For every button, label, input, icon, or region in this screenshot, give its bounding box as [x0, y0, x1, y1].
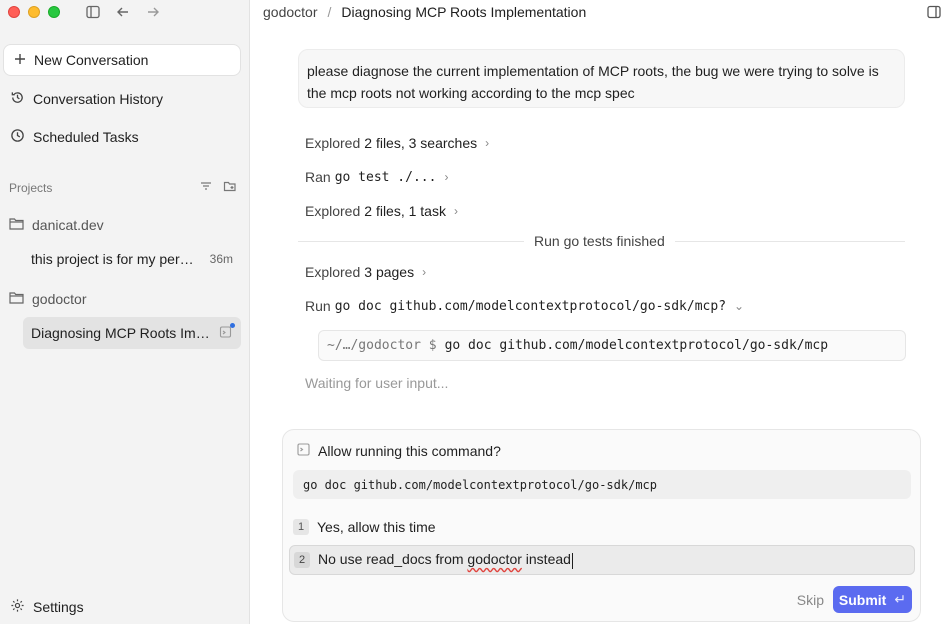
scheduled-tasks-item[interactable]: Scheduled Tasks — [10, 128, 139, 146]
conversation-history-label: Conversation History — [33, 91, 163, 107]
settings-label: Settings — [33, 599, 84, 615]
new-conversation-label: New Conversation — [34, 52, 149, 68]
chevron-right-icon: › — [453, 204, 458, 218]
breadcrumb: godoctor / Diagnosing MCP Roots Implemen… — [263, 4, 586, 20]
step-detail: 2 files, 3 searches — [364, 135, 478, 151]
option-number: 2 — [294, 552, 310, 568]
conversation-item-active[interactable]: Diagnosing MCP Roots Im… — [23, 317, 241, 349]
submit-label: Submit — [838, 591, 887, 608]
chevron-right-icon: › — [422, 265, 427, 279]
terminal-command: go doc github.com/modelcontextprotocol/g… — [444, 338, 829, 353]
project-folder-godoctor[interactable]: godoctor — [9, 291, 86, 307]
step-detail: go doc github.com/modelcontextprotocol/g… — [334, 298, 727, 314]
chevron-right-icon: › — [444, 170, 449, 184]
step-run-go-doc[interactable]: Run go doc github.com/modelcontextprotoc… — [305, 298, 744, 314]
forward-arrow-icon[interactable] — [144, 3, 162, 21]
step-detail: 2 files, 1 task — [364, 203, 446, 219]
back-arrow-icon[interactable] — [114, 3, 132, 21]
step-explored-pages[interactable]: Explored 3 pages › — [305, 264, 426, 280]
typed-text-part: No use read_docs from — [318, 551, 468, 568]
conversation-item[interactable]: this project is for my per… 36m — [23, 243, 241, 275]
page-title: Diagnosing MCP Roots Implementation — [341, 4, 587, 20]
plus-icon — [14, 52, 26, 68]
terminal-command-box: ~/…/godoctor $ go doc github.com/modelco… — [318, 330, 906, 361]
option-label: Yes, allow this time — [317, 519, 436, 535]
unread-dot — [230, 322, 235, 328]
option-custom-response-input[interactable]: 2 No use read_docs from godoctor instead — [289, 545, 915, 575]
breadcrumb-project[interactable]: godoctor — [263, 4, 317, 20]
divider-label: Run go tests finished — [524, 233, 675, 249]
chevron-right-icon: › — [485, 136, 490, 150]
typed-text-part: instead — [521, 551, 571, 568]
return-key-icon: ↵ — [894, 591, 907, 607]
permission-title: Allow running this command? — [318, 443, 501, 459]
submit-button[interactable]: Submit ↵ — [833, 586, 912, 613]
option-allow-once[interactable]: 1 Yes, allow this time — [293, 519, 436, 535]
project-folder-danicat[interactable]: danicat.dev — [9, 217, 104, 233]
step-explored-tasks[interactable]: Explored 2 files, 1 task › — [305, 203, 458, 219]
permission-command: go doc github.com/modelcontextprotocol/g… — [293, 470, 911, 499]
clock-icon — [10, 128, 25, 146]
step-verb: Explored — [305, 203, 361, 219]
user-message: please diagnose the current implementati… — [298, 49, 905, 108]
skip-button[interactable]: Skip — [797, 592, 824, 608]
conversation-history-item[interactable]: Conversation History — [10, 90, 163, 108]
chevron-down-icon: ⌄ — [734, 299, 745, 313]
folder-icon — [9, 217, 24, 233]
filter-icon[interactable] — [199, 179, 213, 196]
new-conversation-button[interactable]: New Conversation — [3, 44, 241, 76]
spellcheck-word: godoctor — [467, 551, 522, 568]
step-verb: Explored — [305, 264, 361, 280]
permission-card: Allow running this command? go doc githu… — [282, 429, 921, 622]
sidebar: New Conversation Conversation History Sc… — [0, 0, 250, 624]
breadcrumb-separator: / — [327, 4, 332, 20]
project-name: godoctor — [32, 291, 87, 307]
sidebar-toggle-icon[interactable] — [84, 3, 102, 21]
text-caret — [571, 552, 573, 569]
step-explored-files[interactable]: Explored 2 files, 3 searches › — [305, 135, 489, 151]
zoom-window-button[interactable] — [48, 6, 60, 18]
step-detail: 3 pages — [364, 264, 415, 280]
project-name: danicat.dev — [32, 217, 104, 233]
minimize-window-button[interactable] — [28, 6, 40, 18]
option-number: 1 — [293, 519, 309, 535]
conversation-time: 36m — [209, 252, 233, 266]
step-verb: Ran — [305, 169, 331, 185]
folder-icon — [9, 291, 24, 307]
conversation-title: Diagnosing MCP Roots Im… — [31, 325, 210, 341]
new-folder-icon[interactable] — [223, 179, 237, 196]
terminal-prompt: ~/…/godoctor $ — [327, 338, 437, 353]
waiting-status: Waiting for user input... — [305, 375, 449, 391]
step-ran-tests[interactable]: Ran go test ./... › — [305, 169, 448, 185]
projects-header: Projects — [9, 179, 237, 196]
right-panel-toggle-icon[interactable] — [927, 5, 941, 22]
step-detail: go test ./... — [334, 169, 437, 185]
scheduled-tasks-label: Scheduled Tasks — [33, 129, 139, 145]
gear-icon — [10, 598, 25, 616]
close-window-button[interactable] — [8, 6, 20, 18]
window-controls — [8, 6, 60, 18]
custom-response-text: No use read_docs from godoctor instead — [318, 551, 573, 569]
conversation-title: this project is for my per… — [31, 251, 194, 267]
step-verb: Run — [305, 298, 331, 314]
settings-item[interactable]: Settings — [10, 598, 84, 616]
history-icon — [10, 90, 25, 108]
permission-title-row: Allow running this command? — [297, 443, 501, 459]
projects-label: Projects — [9, 180, 53, 195]
pending-approval-icon — [219, 322, 235, 342]
toolbar — [84, 3, 162, 21]
step-verb: Explored — [305, 135, 361, 151]
terminal-icon — [297, 443, 310, 459]
